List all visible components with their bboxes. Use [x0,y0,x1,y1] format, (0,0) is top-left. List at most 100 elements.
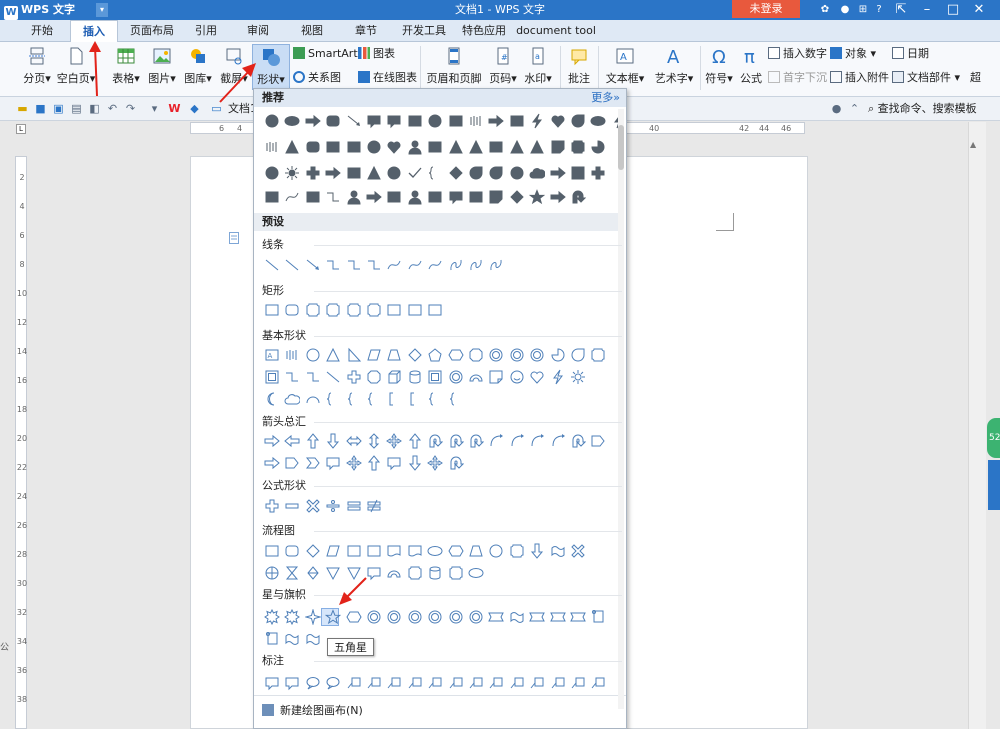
minimize-icon[interactable]: – [914,0,940,20]
shape-brace[interactable] [325,391,341,407]
wps-docer-icon[interactable]: W [168,102,181,115]
shape-arrR[interactable] [264,455,280,471]
insert-number-button[interactable]: 插入数字 [768,46,827,62]
tab-special[interactable]: 特色应用 [456,20,512,42]
shape-doc[interactable] [386,543,402,559]
shape-frame[interactable] [427,369,443,385]
shape-arc[interactable] [305,391,321,407]
shape-curvy[interactable] [427,257,443,273]
shape-trap[interactable] [468,543,484,559]
panel-scroll-thumb[interactable] [618,125,624,170]
shape-hex[interactable] [448,543,464,559]
shape-rect[interactable] [427,139,443,155]
shape-diamond[interactable] [305,543,321,559]
shape-plaque[interactable] [448,565,464,581]
shape-callout[interactable] [325,455,341,471]
shape-rect[interactable] [427,189,443,205]
shape-seal[interactable] [529,347,545,363]
close-icon[interactable]: ✕ [966,0,992,20]
shape-rect[interactable] [264,189,280,205]
shape-rect[interactable] [264,543,280,559]
shape-rrect[interactable] [284,543,300,559]
shape-bars[interactable] [468,113,484,129]
shape-callout3[interactable] [550,675,566,691]
shape-lineArr[interactable] [346,113,362,129]
shape-person[interactable] [407,139,423,155]
shape-plaque[interactable] [325,302,341,318]
object-button[interactable]: 对象 ▾ [830,46,876,62]
shape-rtri[interactable] [346,347,362,363]
shape-times[interactable] [305,498,321,514]
shape-person[interactable] [407,189,423,205]
shape-rect[interactable] [386,189,402,205]
shape-pie[interactable] [550,347,566,363]
shape-scroll[interactable] [264,631,280,647]
shape-callout3[interactable] [407,675,423,691]
shape-tri[interactable] [366,165,382,181]
shape-smile[interactable] [509,369,525,385]
shape-para[interactable] [325,543,341,559]
page-break-button[interactable]: 分页▾ [18,46,56,86]
shape-wave[interactable] [550,543,566,559]
date-button[interactable]: 日期 [892,46,929,62]
shape-bars[interactable] [284,347,300,363]
shape-free[interactable] [448,257,464,273]
shape-tri[interactable] [529,139,545,155]
shape-callout3[interactable] [427,675,443,691]
shape-tri[interactable] [509,139,525,155]
shape-curvy[interactable] [407,257,423,273]
shape-rrect[interactable] [284,302,300,318]
shape-equal[interactable] [346,498,362,514]
shape-banner[interactable] [570,609,586,625]
shape-block[interactable] [386,565,402,581]
shape-merge[interactable] [346,565,362,581]
shape-frame[interactable] [570,165,586,181]
shape-rect[interactable] [346,543,362,559]
shape-uturn[interactable] [570,433,586,449]
shape-callout3[interactable] [488,675,504,691]
pin-icon[interactable]: ● [830,102,843,115]
shape-pentArr[interactable] [590,433,606,449]
shape-plaque[interactable] [305,302,321,318]
shape-arr4[interactable] [345,455,362,471]
shape-teardrop[interactable] [488,165,504,181]
settings-icon[interactable]: ● [838,3,852,17]
shape-heart[interactable] [529,369,545,385]
shape-diamond[interactable] [509,189,525,205]
shape-circle[interactable] [264,113,280,129]
shape-curvy[interactable] [386,257,402,273]
shape-person[interactable] [346,189,362,205]
shape-bolt[interactable] [529,113,545,129]
shape-bars[interactable] [264,139,280,155]
shape-plaque[interactable] [346,302,362,318]
shape-rect[interactable] [509,113,525,129]
shape-callout3[interactable] [366,675,382,691]
shape-plus[interactable] [346,369,362,385]
shape-sun[interactable] [570,369,586,385]
shape-arrR[interactable] [550,189,566,205]
symbol-button[interactable]: Ω 符号▾ [702,46,736,86]
shape-callout[interactable] [284,675,300,691]
shape-can[interactable] [427,565,443,581]
shape-callout3[interactable] [468,675,484,691]
shape-uturn[interactable] [448,455,464,471]
shape-hourglass[interactable] [284,565,300,581]
tab-chapter[interactable]: 章节 [346,20,386,42]
shape-seal[interactable] [366,609,382,625]
shape-line[interactable] [284,257,300,273]
more-shapes-link[interactable]: 更多» [591,89,620,107]
shape-callout[interactable] [366,113,382,129]
shape-arrD[interactable] [407,455,423,471]
shape-seal[interactable] [488,347,504,363]
shape-seal[interactable] [448,609,464,625]
shape-arrU[interactable] [407,433,423,449]
shape-rect[interactable] [386,302,402,318]
shape-arrD[interactable] [529,543,545,559]
shape-chevron[interactable] [305,455,321,471]
open-icon[interactable]: ▬ [16,102,29,115]
badge[interactable]: 52 [987,418,1000,458]
help-icon[interactable]: ? [872,3,886,17]
shape-tri[interactable] [448,139,464,155]
app-menu-button[interactable]: W WPS 文字 [4,0,75,20]
shape-rect[interactable] [325,139,341,155]
